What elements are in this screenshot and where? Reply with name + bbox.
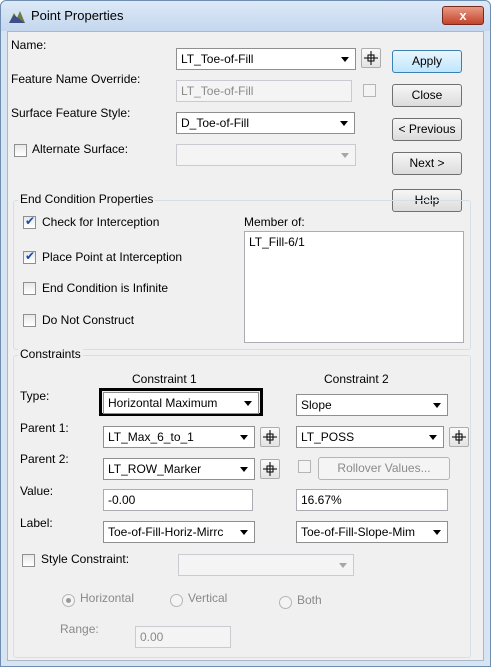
- horizontal-radio-label: Horizontal: [80, 591, 135, 605]
- range-label: Range:: [60, 622, 99, 636]
- constraint2-header: Constraint 2: [324, 372, 389, 386]
- style-constraint-checkbox[interactable]: [22, 554, 35, 567]
- name-pick-button[interactable]: [361, 48, 381, 68]
- rollover-values-button[interactable]: Rollover Values...: [318, 457, 450, 480]
- range-field[interactable]: 0.00: [135, 626, 231, 648]
- chevron-down-icon: [240, 530, 248, 535]
- surface-feature-style-dropdown[interactable]: D_Toe-of-Fill: [176, 112, 355, 134]
- constraints-group-title: Constraints: [18, 347, 83, 361]
- constraint1-parent2-pick-button[interactable]: [260, 459, 280, 479]
- constraint2-value-field[interactable]: 16.67%: [296, 489, 448, 511]
- constraint2-label-value: Toe-of-Fill-Slope-Mim: [301, 525, 416, 539]
- constraint2-type-value: Slope: [301, 398, 332, 412]
- crosshair-icon: [452, 430, 466, 444]
- constraint1-header: Constraint 1: [132, 372, 197, 386]
- previous-button[interactable]: < Previous: [392, 118, 462, 141]
- horizontal-radio[interactable]: [62, 594, 75, 607]
- check-interception-label: Check for Interception: [42, 215, 160, 229]
- constraint2-parent1-pick-button[interactable]: [449, 427, 469, 447]
- constraint2-type-dropdown[interactable]: Slope: [296, 394, 448, 416]
- end-condition-group-title: End Condition Properties: [18, 192, 156, 206]
- constraint1-parent1-dropdown[interactable]: LT_Max_6_to_1: [103, 426, 255, 448]
- parent2-label: Parent 2:: [20, 452, 69, 466]
- surface-feature-style-label: Surface Feature Style:: [11, 106, 131, 120]
- name-label: Name:: [11, 38, 47, 52]
- surface-feature-style-value: D_Toe-of-Fill: [181, 116, 250, 130]
- both-radio[interactable]: [279, 596, 292, 609]
- infinite-checkbox[interactable]: [23, 282, 36, 295]
- do-not-construct-label: Do Not Construct: [42, 313, 135, 327]
- apply-button[interactable]: Apply: [392, 50, 462, 73]
- constraint2-label-dropdown[interactable]: Toe-of-Fill-Slope-Mim: [296, 521, 448, 543]
- constraint1-parent1-pick-button[interactable]: [260, 427, 280, 447]
- feature-name-override-label: Feature Name Override:: [11, 72, 141, 86]
- title-bar[interactable]: Point Properties x: [1, 1, 490, 31]
- check-interception-checkbox[interactable]: [23, 214, 36, 229]
- constraint1-parent2-dropdown[interactable]: LT_ROW_Marker: [103, 458, 255, 480]
- constraint2-parent1-value: LT_POSS: [301, 430, 355, 444]
- app-icon: [9, 11, 25, 23]
- next-button[interactable]: Next >: [392, 152, 462, 175]
- vertical-radio[interactable]: [170, 594, 183, 607]
- crosshair-icon: [263, 462, 277, 476]
- do-not-construct-checkbox[interactable]: [23, 314, 36, 327]
- feature-name-override-checkbox[interactable]: [363, 84, 376, 97]
- style-constraint-label: Style Constraint:: [41, 552, 130, 566]
- constraint1-value-field[interactable]: -0.00: [103, 489, 253, 511]
- constraint2-parent1-dropdown[interactable]: LT_POSS: [296, 426, 444, 448]
- dialog-client: Name: LT_Toe-of-Fill Feature Name Overri…: [7, 31, 484, 661]
- member-of-label: Member of:: [244, 215, 305, 229]
- constraint1-label-value: Toe-of-Fill-Horiz-Mirrc: [108, 525, 224, 539]
- constraint1-type-dropdown[interactable]: Horizontal Maximum: [103, 392, 259, 414]
- list-item[interactable]: LT_Fill-6/1: [249, 235, 459, 249]
- parent1-label: Parent 1:: [20, 421, 69, 435]
- rollover-checkbox[interactable]: [298, 460, 311, 473]
- chevron-down-icon: [240, 467, 248, 472]
- infinite-label: End Condition is Infinite: [42, 281, 169, 295]
- chevron-down-icon: [433, 403, 441, 408]
- constraint1-parent2-value: LT_ROW_Marker: [108, 462, 202, 476]
- constraint1-label-dropdown[interactable]: Toe-of-Fill-Horiz-Mirrc: [103, 521, 255, 543]
- window-close-button[interactable]: x: [442, 6, 484, 25]
- alternate-surface-checkbox[interactable]: [14, 144, 27, 157]
- member-of-listbox[interactable]: LT_Fill-6/1: [244, 231, 464, 343]
- constraint1-parent1-value: LT_Max_6_to_1: [108, 430, 194, 444]
- chevron-down-icon: [340, 121, 348, 126]
- alternate-surface-label: Alternate Surface:: [32, 142, 129, 156]
- style-constraint-dropdown[interactable]: [178, 554, 354, 576]
- chevron-down-icon: [429, 435, 437, 440]
- chevron-down-icon: [339, 563, 347, 568]
- label-label: Label:: [20, 516, 53, 530]
- chevron-down-icon: [433, 530, 441, 535]
- feature-name-override-field[interactable]: LT_Toe-of-Fill: [176, 80, 352, 102]
- chevron-down-icon: [240, 435, 248, 440]
- both-radio-label: Both: [297, 593, 322, 607]
- place-point-checkbox[interactable]: [23, 249, 36, 264]
- place-point-label: Place Point at Interception: [42, 250, 183, 264]
- chevron-down-icon: [341, 153, 349, 158]
- name-value: LT_Toe-of-Fill: [181, 52, 254, 66]
- value-label: Value:: [20, 484, 54, 498]
- crosshair-icon: [364, 51, 378, 65]
- crosshair-icon: [263, 430, 277, 444]
- chevron-down-icon: [341, 57, 349, 62]
- window-title: Point Properties: [31, 8, 124, 23]
- close-button[interactable]: Close: [392, 84, 462, 107]
- point-properties-window: Point Properties x Name: LT_Toe-of-Fill …: [0, 0, 491, 667]
- chevron-down-icon: [244, 401, 252, 406]
- name-dropdown[interactable]: LT_Toe-of-Fill: [176, 48, 356, 70]
- vertical-radio-label: Vertical: [188, 591, 228, 605]
- type-label: Type:: [20, 389, 50, 403]
- constraint1-type-value: Horizontal Maximum: [108, 396, 218, 410]
- alternate-surface-dropdown[interactable]: [176, 144, 356, 166]
